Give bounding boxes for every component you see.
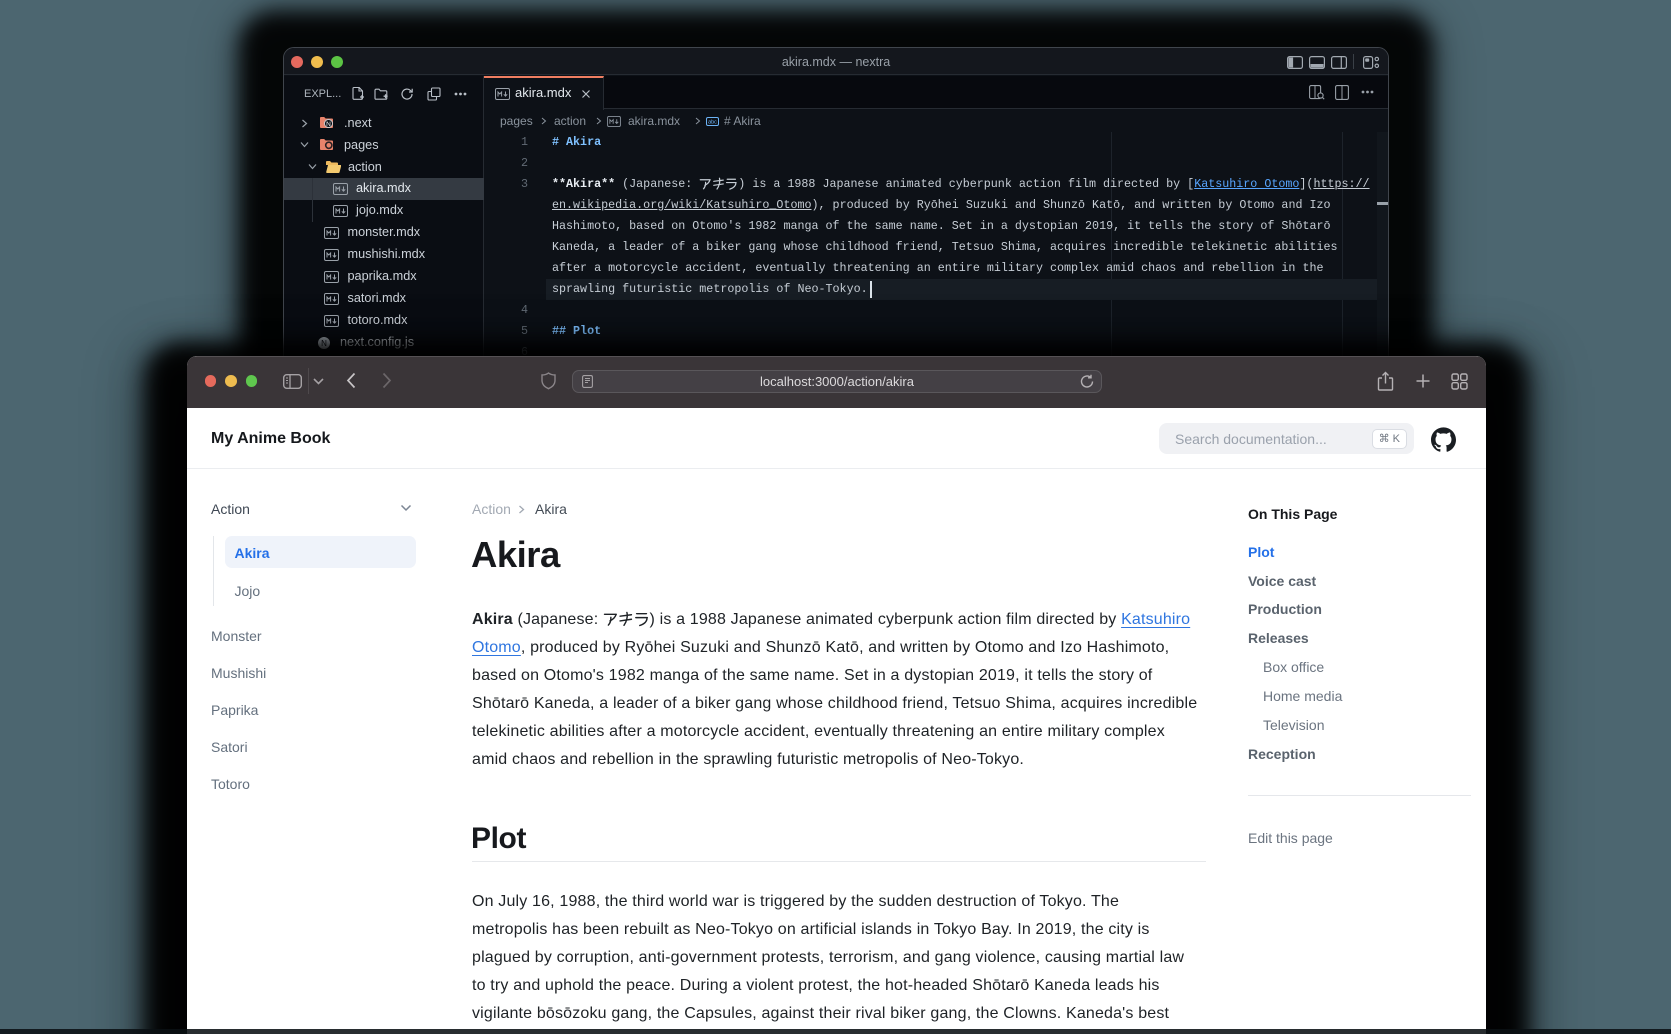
svg-text:N: N [326,121,331,128]
svg-text:abc: abc [708,120,717,126]
svg-text:N: N [321,339,327,348]
